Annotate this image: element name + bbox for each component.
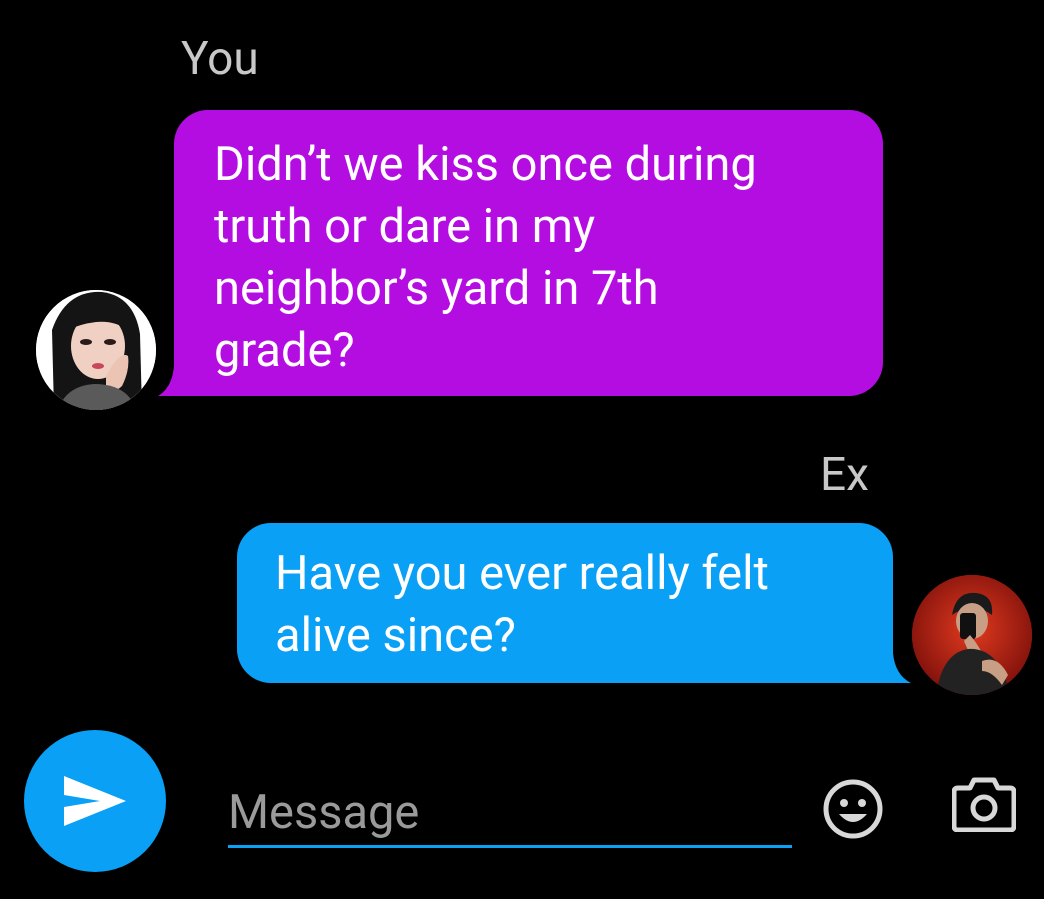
- message-bubble-ex[interactable]: Have you ever really felt alive since?: [237, 523, 893, 683]
- camera-icon[interactable]: [952, 776, 1016, 832]
- message-text: Have you ever really felt alive since?: [275, 546, 769, 663]
- message-text: Didn’t we kiss once during truth or dare…: [214, 137, 757, 378]
- avatar-ex[interactable]: [912, 575, 1032, 695]
- message-bubble-you[interactable]: Didn’t we kiss once during truth or dare…: [174, 110, 883, 396]
- sender-name-ex: Ex: [820, 448, 869, 502]
- avatar-you[interactable]: [36, 290, 156, 410]
- send-arrow-icon: [64, 776, 126, 826]
- bubble-tail: [893, 653, 911, 683]
- sender-name-you: You: [181, 32, 259, 86]
- message-input[interactable]: [228, 780, 792, 848]
- bubble-tail: [158, 366, 174, 396]
- send-button[interactable]: [24, 730, 166, 872]
- smiley-face-icon[interactable]: [822, 778, 884, 840]
